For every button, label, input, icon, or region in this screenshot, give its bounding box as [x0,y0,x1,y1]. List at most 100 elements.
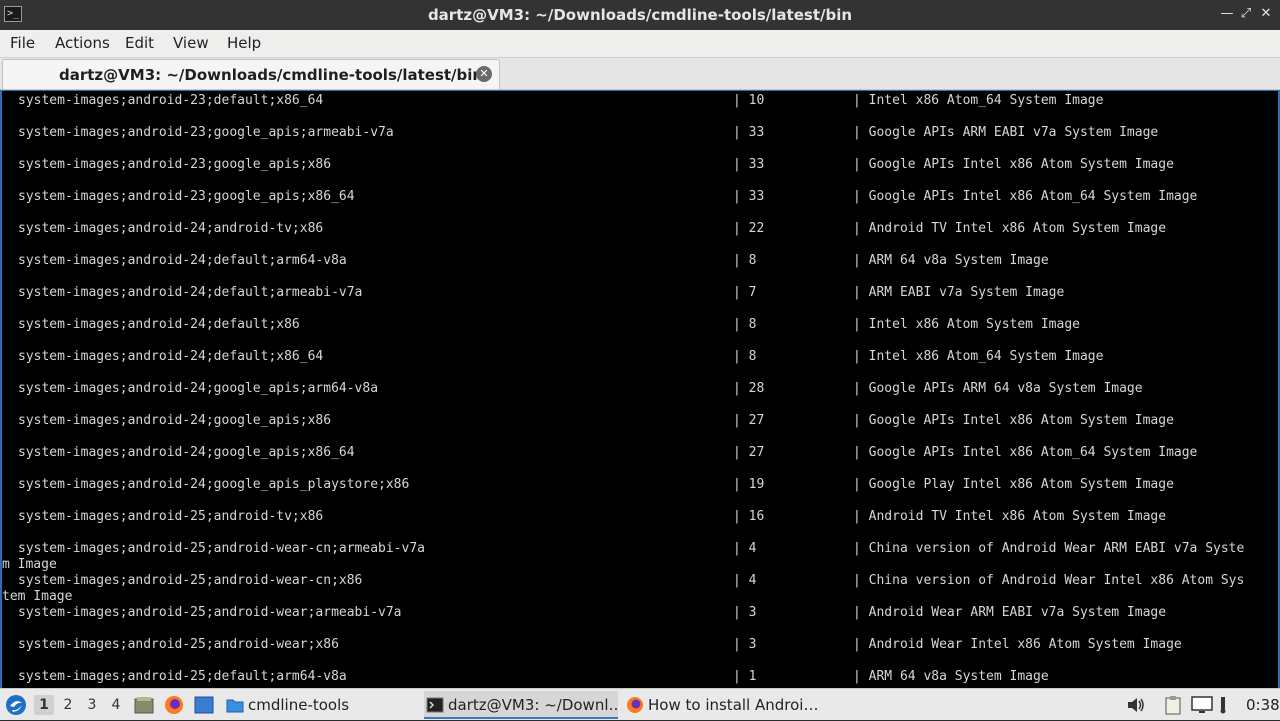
terminal-wrapped-line: tem Image [2,589,1278,605]
package-version: | 33 [733,189,765,204]
terminal-line: system-images;android-23;google_apis;x86… [2,189,1278,205]
package-path: system-images;android-24;android-tv;x86 [18,221,324,236]
terminal-line: system-images;android-25;android-wear-cn… [2,573,1278,589]
task-label: How to install Androi… [648,696,819,714]
package-description: | China version of Android Wear Intel x8… [853,573,1245,588]
terminal-line: system-images;android-24;google_apis;arm… [2,381,1278,397]
package-version: | 4 [733,541,757,556]
package-path: system-images;android-25;android-tv;x86 [18,509,324,524]
workspace-3[interactable]: 3 [82,695,102,715]
task-firefox[interactable]: How to install Androi… [624,691,820,719]
package-description: | Android Wear Intel x86 Atom System Ima… [853,637,1182,652]
terminal-line: system-images;android-25;android-wear;ar… [2,605,1278,621]
package-path: system-images;android-25;android-wear-cn… [18,573,363,588]
task-label: dartz@VM3: ~/Downl… [448,696,618,714]
terminal-line: system-images;android-25;android-wear;x8… [2,637,1278,653]
package-description: | Google APIs ARM 64 v8a System Image [853,381,1143,396]
package-description: | Google APIs Intel x86 Atom_64 System I… [853,445,1198,460]
minimize-icon[interactable]: — [1219,6,1235,22]
terminal-line: system-images;android-25;android-tv;x86 |… [2,509,1278,525]
package-version: | 1 [733,669,757,684]
package-version: | 3 [733,637,757,652]
package-description: | Intel x86 Atom_64 System Image [853,349,1104,364]
package-description: | China version of Android Wear ARM EABI… [853,541,1245,556]
menu-actions[interactable]: Actions [55,34,110,52]
package-path: system-images;android-25;default;arm64-v… [18,669,347,684]
package-version: | 7 [733,285,757,300]
task-terminal[interactable]: dartz@VM3: ~/Downl… [424,691,618,719]
terminal-line: system-images;android-25;android-wear-cn… [2,541,1278,557]
package-description: | Android Wear ARM EABI v7a System Image [853,605,1167,620]
package-description: | ARM 64 v8a System Image [853,253,1049,268]
volume-icon[interactable] [1126,696,1146,714]
workspace-1[interactable]: 1 [34,695,54,715]
package-version: | 10 [733,93,765,108]
package-path: system-images;android-23;default;x86_64 [18,93,324,108]
package-description: | ARM 64 v8a System Image [853,669,1049,684]
menu-edit[interactable]: Edit [125,34,154,52]
package-description: | Android TV Intel x86 Atom System Image [853,221,1167,236]
terminal-wrapped-line: m Image [2,557,1278,573]
package-path: system-images;android-24;google_apis;x86 [18,413,332,428]
terminal-line: system-images;android-24;default;armeabi… [2,285,1278,301]
package-path: system-images;android-24;default;arm64-v… [18,253,347,268]
package-version: | 27 [733,445,765,460]
package-description: | Google APIs Intel x86 Atom System Imag… [853,157,1174,172]
package-version: | 22 [733,221,765,236]
folder-icon [226,699,244,713]
menu-help[interactable]: Help [227,34,261,52]
taskbar: 1 2 3 4 cmdline-tools dartz@VM3: ~/Downl… [0,688,1280,720]
clipboard-icon[interactable] [1163,695,1183,715]
firefox-launcher-icon[interactable] [164,695,184,715]
package-version: | 16 [733,509,765,524]
desktop-launcher-icon[interactable] [194,696,214,714]
maximize-icon[interactable]: ⤢ [1238,6,1254,22]
package-description: | Google APIs Intel x86 Atom System Imag… [853,413,1174,428]
package-description: | Google APIs ARM EABI v7a System Image [853,125,1159,140]
package-version: | 28 [733,381,765,396]
file-manager-launcher-icon[interactable] [134,696,154,714]
terminal-line: system-images;android-24;default;x86 | 8 |… [2,317,1278,333]
display-icon[interactable] [1191,695,1213,715]
tab-label: dartz@VM3: ~/Downloads/cmdline-tools/lat… [59,66,484,84]
package-path: system-images;android-24;default;x86_64 [18,349,324,364]
package-version: | 33 [733,125,765,140]
package-path: system-images;android-24;google_apis;x86… [18,445,355,460]
workspace-2[interactable]: 2 [58,695,78,715]
close-icon[interactable]: ✕ [1258,6,1274,22]
terminal-line: system-images;android-24;google_apis;x86… [2,413,1278,429]
package-version: | 8 [733,253,757,268]
package-version: | 33 [733,157,765,172]
window-titlebar[interactable]: >_ dartz@VM3: ~/Downloads/cmdline-tools/… [0,0,1280,30]
network-icon[interactable] [1216,695,1230,715]
terminal-output[interactable]: system-images;android-23;default;x86_64 |… [0,90,1280,688]
package-description: | Intel x86 Atom_64 System Image [853,93,1104,108]
package-description: | ARM EABI v7a System Image [853,285,1065,300]
package-path: system-images;android-24;google_apis;arm… [18,381,379,396]
package-description: | Google APIs Intel x86 Atom_64 System I… [853,189,1198,204]
task-file-manager[interactable]: cmdline-tools [224,691,414,719]
package-version: | 8 [733,317,757,332]
package-path: system-images;android-23;google_apis;x86… [18,189,355,204]
task-label: cmdline-tools [248,696,350,714]
tab-bar: dartz@VM3: ~/Downloads/cmdline-tools/lat… [0,58,1280,90]
package-path: system-images;android-23;google_apis;x86 [18,157,332,172]
menu-bar: File Actions Edit View Help [0,30,1280,58]
clock: 0:38 [1246,696,1280,714]
terminal-line: system-images;android-24;android-tv;x86 |… [2,221,1278,237]
start-menu-icon[interactable] [5,694,27,716]
menu-file[interactable]: File [10,34,35,52]
package-description: | Android TV Intel x86 Atom System Image [853,509,1167,524]
terminal-line: system-images;android-24;default;arm64-v… [2,253,1278,269]
window-title: dartz@VM3: ~/Downloads/cmdline-tools/lat… [427,6,853,24]
workspace-4[interactable]: 4 [106,695,126,715]
terminal-line: system-images;android-24;google_apis_pla… [2,477,1278,493]
tab-close-icon[interactable]: ✕ [476,66,492,82]
terminal-tab[interactable]: dartz@VM3: ~/Downloads/cmdline-tools/lat… [2,59,500,89]
terminal-line: system-images;android-23;google_apis;arm… [2,125,1278,141]
wrapped-text: tem Image [2,589,73,604]
package-version: | 19 [733,477,765,492]
menu-view[interactable]: View [173,34,209,52]
terminal-line: system-images;android-24;default;x86_64 |… [2,349,1278,365]
terminal-line: system-images;android-24;google_apis;x86… [2,445,1278,461]
